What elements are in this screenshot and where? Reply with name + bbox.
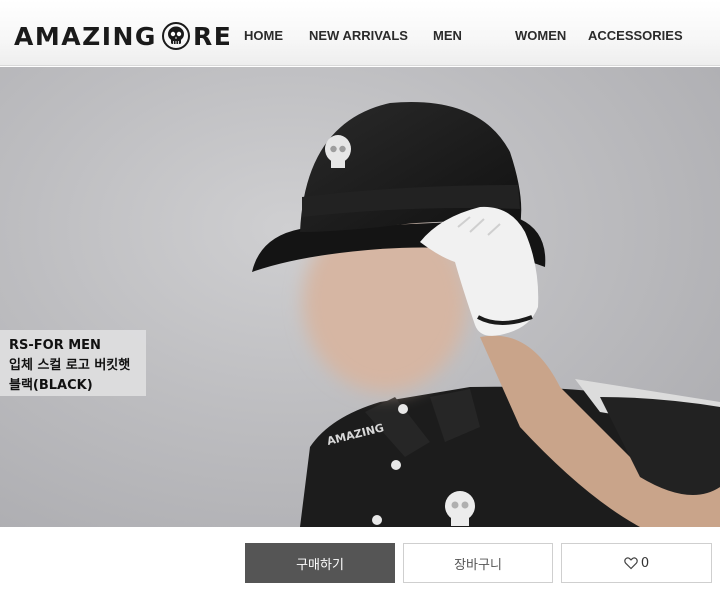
product-action-bar: 구매하기 장바구니 0: [0, 527, 720, 592]
site-header: AMAZING RE HOME NEW ARRIVALS MEN WOMEN A…: [0, 0, 720, 66]
heart-icon: [624, 556, 638, 570]
like-button[interactable]: 0: [561, 543, 712, 583]
like-count: 0: [640, 555, 650, 571]
product-caption: RS-FOR MEN 입체 스컬 로고 버킷햇 블랙(BLACK): [0, 330, 146, 396]
caption-line-product-name: 입체 스컬 로고 버킷햇: [9, 358, 131, 373]
nav-item-home[interactable]: HOME: [244, 28, 283, 43]
hero-product-image[interactable]: AMAZING RS-FOR MEN 입체 스컬 로고 버킷햇 블랙(BLACK…: [0, 67, 720, 527]
hero-illustration: AMAZING: [252, 102, 720, 527]
nav-item-accessories[interactable]: ACCESSORIES: [588, 28, 683, 43]
add-to-cart-button[interactable]: 장바구니: [403, 543, 553, 583]
nav-item-new-arrivals[interactable]: NEW ARRIVALS: [309, 28, 408, 43]
main-nav: HOME NEW ARRIVALS MEN WOMEN ACCESSORIES: [0, 28, 720, 46]
nav-item-women[interactable]: WOMEN: [515, 28, 566, 43]
caption-line-color: 블랙(BLACK): [9, 378, 93, 393]
caption-line-collection: RS-FOR MEN: [9, 338, 101, 353]
nav-item-men[interactable]: MEN: [433, 28, 462, 43]
buy-button[interactable]: 구매하기: [245, 543, 395, 583]
